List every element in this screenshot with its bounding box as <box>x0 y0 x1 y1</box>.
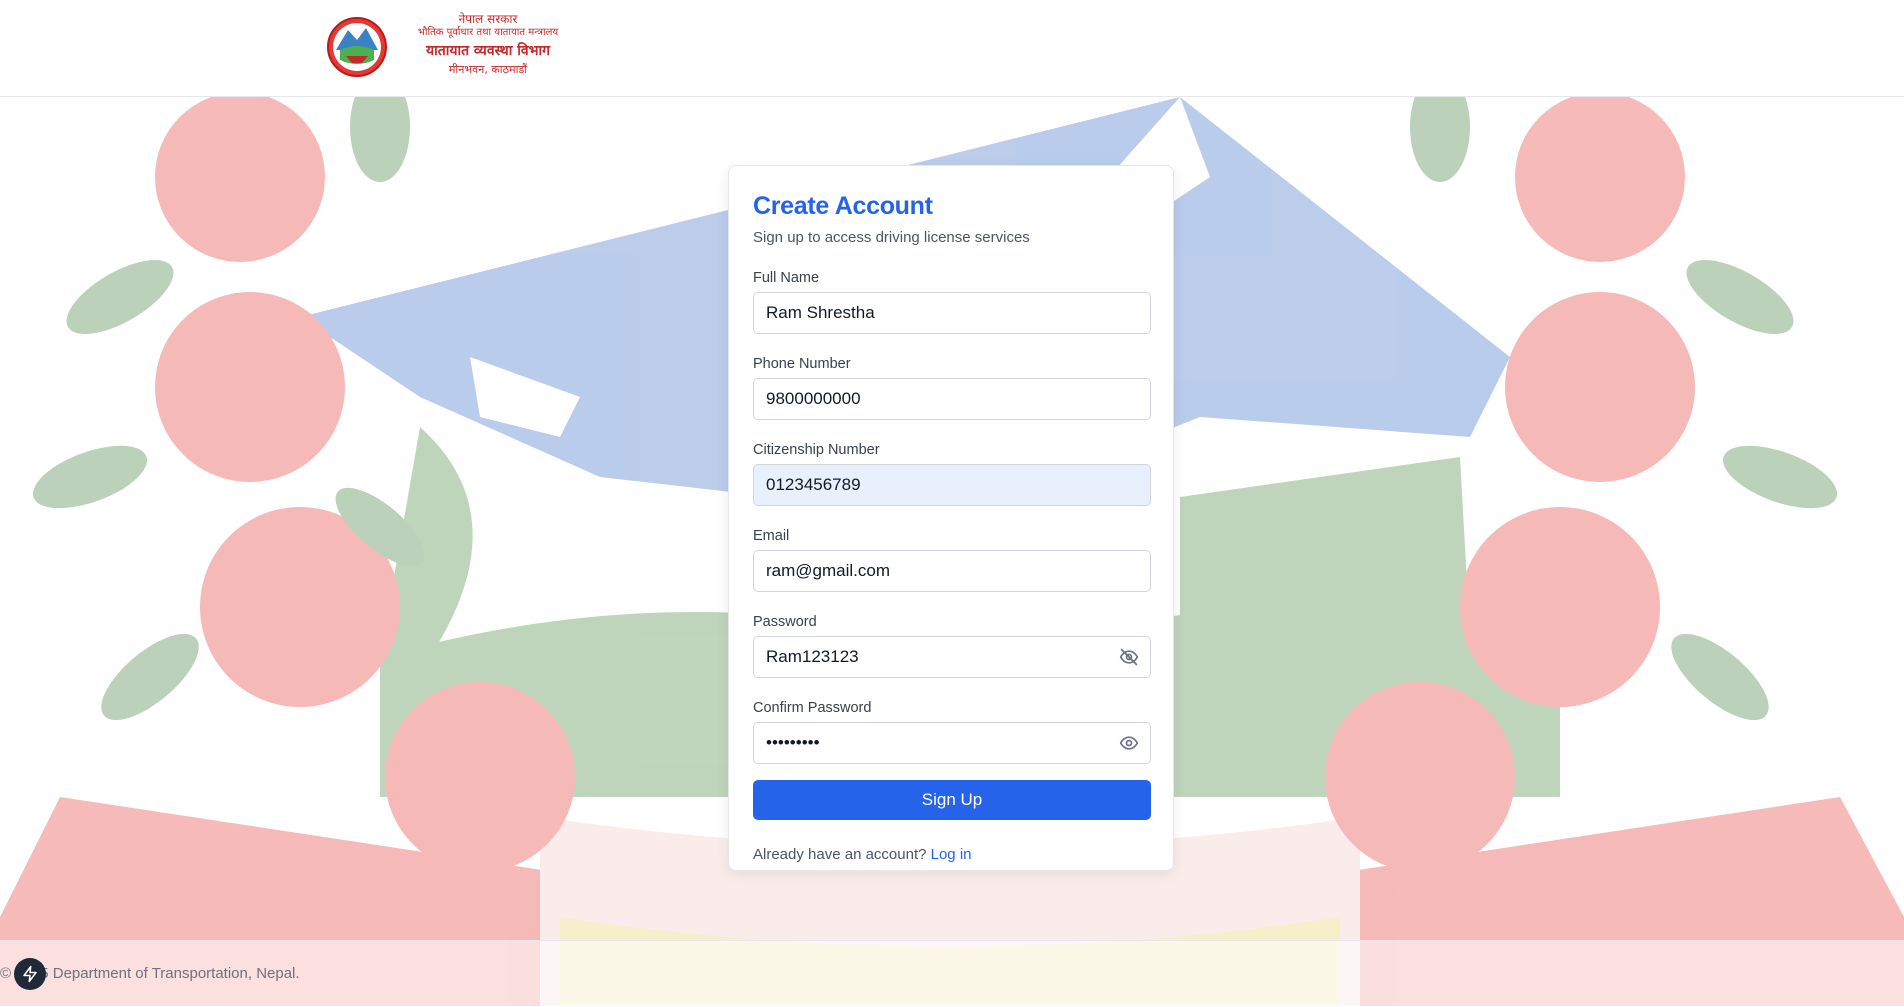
login-prompt-text: Already have an account? <box>753 846 927 863</box>
full-name-label: Full Name <box>753 270 820 286</box>
ministry-line: भौतिक पूर्वाधार तथा यातायात मन्त्रालय <box>417 27 559 38</box>
email-field: Email <box>753 528 1151 592</box>
citizenship-field: Citizenship Number <box>753 442 1151 506</box>
sign-up-button[interactable]: Sign Up <box>753 780 1151 820</box>
phone-label: Phone Number <box>753 356 851 372</box>
department-name-block: नेपाल सरकार भौतिक पूर्वाधार तथा यातायात … <box>408 12 568 77</box>
citizenship-input[interactable] <box>753 464 1151 506</box>
signup-card: Create Account Sign up to access driving… <box>728 165 1174 871</box>
confirm-password-input[interactable] <box>753 722 1151 764</box>
location-line: मीनभवन, काठमाडौं <box>448 63 528 76</box>
gov-line: नेपाल सरकार <box>458 12 518 26</box>
full-name-input[interactable] <box>753 292 1151 334</box>
citizenship-label: Citizenship Number <box>753 442 880 458</box>
login-prompt: Already have an account? Log in <box>753 846 1149 863</box>
confirm-password-field: Confirm Password <box>753 700 1151 764</box>
phone-input[interactable] <box>753 378 1151 420</box>
password-input[interactable] <box>753 636 1151 678</box>
nepal-emblem-logo[interactable] <box>326 16 388 78</box>
department-line: यातायात व्यवस्था विभाग <box>425 42 550 59</box>
lightning-badge[interactable] <box>14 958 46 990</box>
lightning-icon <box>23 965 37 983</box>
password-field: Password <box>753 614 1151 678</box>
full-name-field: Full Name <box>753 270 1151 334</box>
email-input[interactable] <box>753 550 1151 592</box>
login-link[interactable]: Log in <box>931 846 972 863</box>
site-footer: © 2025 Department of Transportation, Nep… <box>0 940 1904 1007</box>
eye-off-icon[interactable] <box>1119 647 1139 667</box>
password-label: Password <box>753 614 817 630</box>
eye-icon[interactable] <box>1119 733 1139 753</box>
form-title: Create Account <box>753 192 933 220</box>
email-label: Email <box>753 528 790 544</box>
confirm-password-label: Confirm Password <box>753 700 872 716</box>
form-subtitle: Sign up to access driving license servic… <box>753 229 1030 246</box>
phone-field: Phone Number <box>753 356 1151 420</box>
site-header: नेपाल सरकार भौतिक पूर्वाधार तथा यातायात … <box>0 0 1904 97</box>
